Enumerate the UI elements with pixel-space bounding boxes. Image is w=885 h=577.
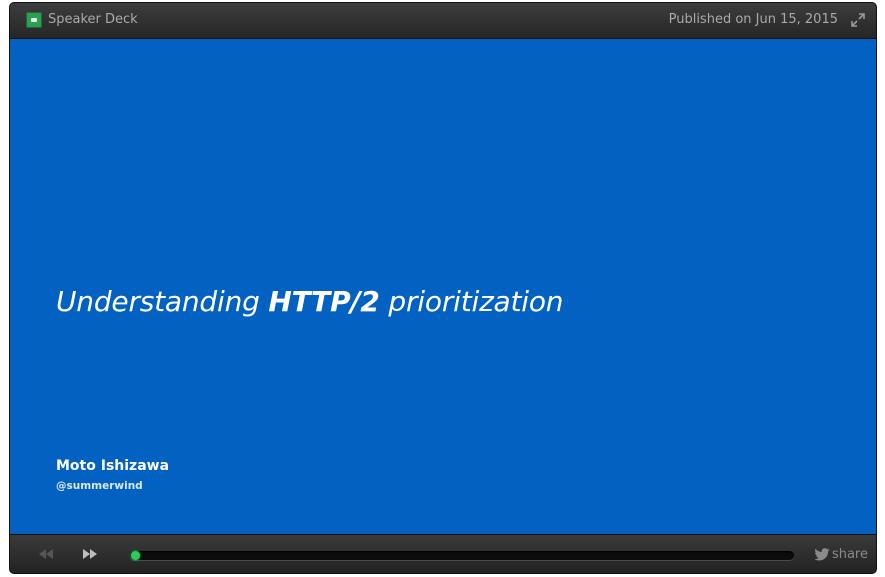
slide-progress-track[interactable] [130,551,794,560]
speaker-deck-player: Speaker Deck Published on Jun 15, 2015 U… [10,3,876,573]
rewind-icon [39,549,53,559]
slide-title-prefix: Understanding [56,285,269,318]
slide-view[interactable]: Understanding HTTP/2 prioritization Moto… [10,39,876,534]
slide-title-emphasis: HTTP/2 [268,285,380,318]
speaker-deck-logo-icon[interactable] [26,12,42,28]
slide-title-suffix: prioritization [379,285,564,318]
previous-slide-button[interactable] [36,547,56,561]
player-top-bar: Speaker Deck Published on Jun 15, 2015 [10,3,876,39]
slide-title: Understanding HTTP/2 prioritization [56,285,564,318]
slide-author: Moto Ishizawa [56,458,170,474]
fullscreen-expand-icon[interactable] [850,12,866,28]
slide-progress-handle[interactable] [131,551,140,560]
twitter-bird-icon[interactable] [814,548,830,561]
next-slide-button[interactable] [80,547,100,561]
brand-link[interactable]: Speaker Deck [48,11,138,29]
fast-forward-icon [83,549,97,559]
published-date: Published on Jun 15, 2015 [668,12,838,27]
share-button[interactable]: share [832,547,868,562]
player-controls-bar: share [10,534,876,573]
slide-author-handle: @summerwind [56,480,143,492]
